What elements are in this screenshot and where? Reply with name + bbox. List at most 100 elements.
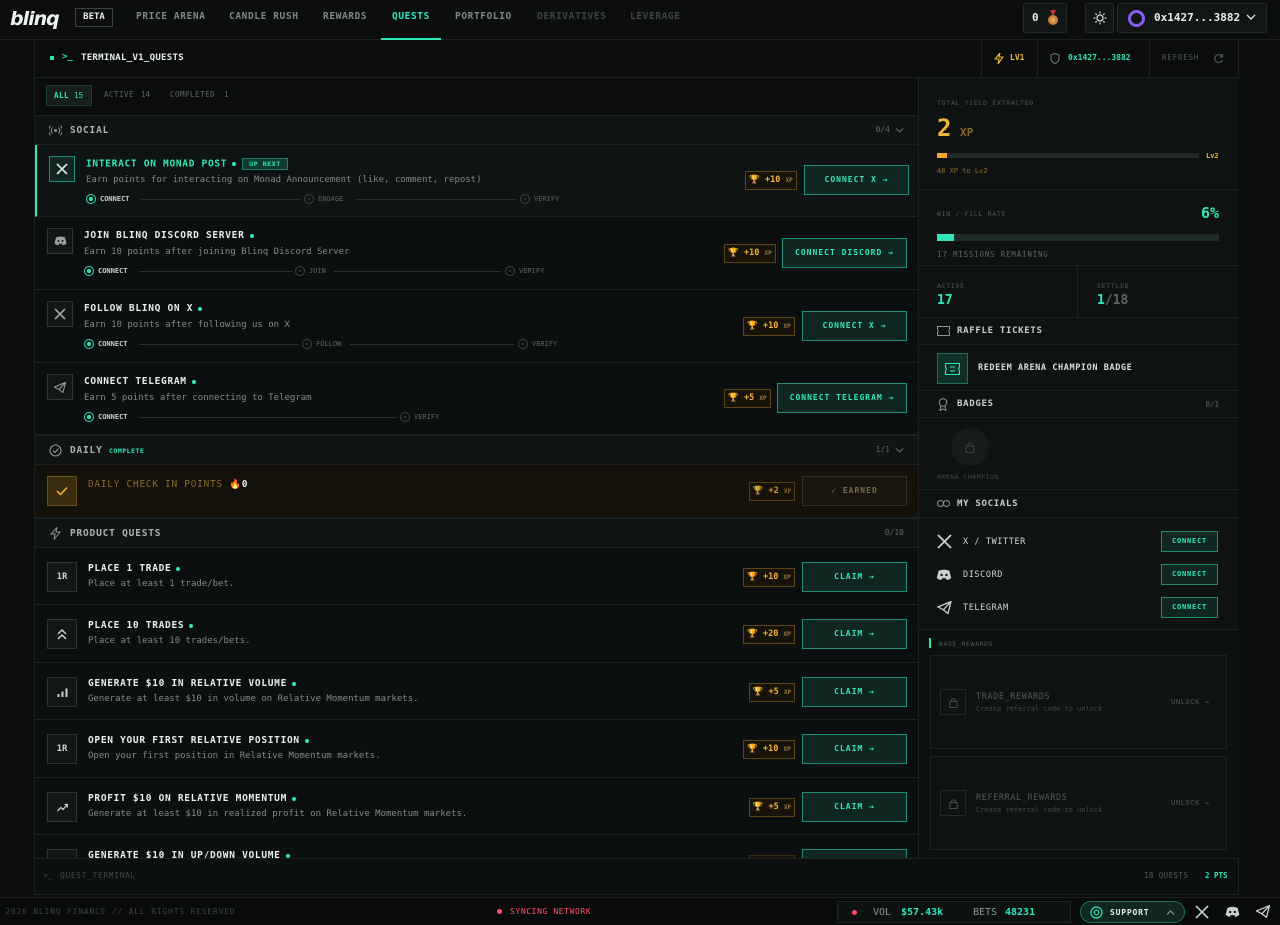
yield-label: TOTAL_YIELD_EXTRACTED [937,99,1034,107]
claim-button[interactable]: CLAIM → [802,734,907,764]
filter-active-tab[interactable]: ACTIVE 14 [99,85,159,106]
status-dot [198,306,203,311]
nav-quests[interactable]: QUESTS [381,0,441,40]
x-logo-icon [49,156,75,182]
claim-button[interactable]: CLAIM → [802,677,907,707]
nav-derivatives[interactable]: DERIVATIVES [537,0,607,40]
connect-x-social-button[interactable]: CONNECT [1161,531,1218,552]
chevron-down-icon [1246,13,1256,21]
claim-button[interactable]: CLAIM → [802,619,907,649]
base-rewards-section: BASE_REWARDS TRADE_REWARDS Create referr… [919,630,1239,858]
theme-toggle[interactable] [1085,3,1114,33]
nav-price-arena[interactable]: PRICE ARENA [136,0,206,40]
social-discord-label: DISCORD [963,570,1004,580]
nav-leverage[interactable]: LEVERAGE [630,0,681,40]
connect-discord-button[interactable]: CONNECT DISCORD → [782,238,907,268]
quest-title: GENERATE $10 IN RELATIVE VOLUME [88,678,297,689]
earned-button: ✓ EARNED [802,476,907,506]
filter-completed-tab[interactable]: COMPLETED 1 [165,85,235,106]
trend-up-icon [47,792,77,822]
chevron-down-icon [895,447,904,454]
xp-reward-badge: 🏆 +10 XP [724,244,776,263]
yield-section: TOTAL_YIELD_EXTRACTED 2 XP Lv2 48 XP to … [919,78,1239,190]
quest-row-place-10-trades[interactable]: PLACE 10 TRADES Place at least 10 trades… [35,605,918,663]
quest-title-text: OPEN YOUR FIRST RELATIVE POSITION [88,735,300,746]
win-rate-value: 6% [1200,204,1219,222]
quest-title-text: JOIN BLINQ DISCORD SERVER [84,230,245,241]
quest-row-follow-x[interactable]: FOLLOW BLINQ ON X Earn 10 points after f… [35,290,918,363]
x-logo-icon [937,534,952,549]
beta-badge: BETA [75,8,113,27]
points-badge[interactable]: 0 [1023,3,1067,33]
status-dot [285,853,290,858]
status-dot [191,379,196,384]
support-button[interactable]: SUPPORT [1080,901,1185,923]
quest-row-updown-volume[interactable]: GENERATE $10 IN UP/DOWN VOLUME [35,835,918,858]
filter-active-count: 14 [141,90,151,99]
medal-icon [1046,10,1060,26]
trade-rewards-card[interactable]: TRADE_REWARDS Create referral code to un… [930,655,1227,749]
status-dot [292,796,297,801]
quest-row-telegram[interactable]: CONNECT TELEGRAM Earn 5 points after con… [35,363,918,435]
market-stats: VOL $57.43k BETS 48231 [837,901,1071,923]
quest-description: Earn 5 points after connecting to Telegr… [84,393,312,403]
claim-button[interactable]: CLAIM → [802,792,907,822]
daily-section-header[interactable]: DAILY COMPLETE 1/1 [35,435,918,465]
step-join: JOIN [295,266,326,276]
status-dot [292,681,297,686]
connect-telegram-social-button[interactable]: CONNECT [1161,597,1218,618]
discord-icon[interactable] [1225,906,1240,918]
quest-steps: CONNECT VERIFY [84,412,564,424]
nav-candle-rush[interactable]: CANDLE RUSH [229,0,299,40]
copyright: © 2026 BLINQ FINANCE // ALL RIGHTS RESER… [0,907,236,916]
claim-button[interactable] [802,849,907,858]
panel-header: >_ TERMINAL_V1_QUESTS LV1 0x1427...3882 … [35,40,1240,78]
broadcast-icon [49,124,62,137]
status-dot [176,566,181,571]
nav-rewards[interactable]: REWARDS [323,0,367,40]
level-indicator: LV1 [981,40,1037,78]
quest-description: Open your first position in Relative Mom… [88,751,381,761]
step-verify: VERIFY [518,339,557,349]
check-icon [47,476,77,506]
refresh-icon [1213,53,1224,64]
social-telegram-label: TELEGRAM [963,603,1009,613]
quest-row-profit-relative[interactable]: PROFIT $10 ON RELATIVE MOMENTUM Generate… [35,778,918,835]
lifebuoy-icon [1090,906,1103,919]
connect-telegram-button[interactable]: CONNECT TELEGRAM → [777,383,907,413]
unlock-button[interactable]: UNLOCK → [1171,799,1210,807]
quest-row-monad[interactable]: INTERACT ON MONAD POST UP NEXT Earn point… [35,145,918,217]
raffle-item-label: REDEEM ARENA CHAMPION BADGE [978,363,1133,373]
raffle-item[interactable]: REDEEM ARENA CHAMPION BADGE [919,345,1239,391]
telegram-icon[interactable] [1256,905,1270,918]
chevrons-up-icon [47,619,77,649]
unlock-button[interactable]: UNLOCK → [1171,698,1210,706]
quest-row-first-relative-position[interactable]: 1R OPEN YOUR FIRST RELATIVE POSITION Ope… [35,720,918,778]
brand-logo[interactable]: blinq [10,8,60,30]
quests-count: 18 QUESTS [1144,871,1189,880]
xp-reward-badge: 🏆 +10 XP [743,740,795,759]
connect-x-button[interactable]: CONNECT X → [804,165,909,195]
daily-status: COMPLETE [109,447,145,455]
wallet-button[interactable]: 0x1427...3882 [1117,3,1267,33]
xp-value: 2 [937,114,952,142]
nav-portfolio[interactable]: PORTFOLIO [455,0,512,40]
quest-row-place-1-trade[interactable]: 1R PLACE 1 TRADE Place at least 1 trade/… [35,548,918,605]
refresh-button[interactable]: REFRESH [1149,40,1239,78]
referral-rewards-card[interactable]: REFERRAL_REWARDS Create referral code to… [930,756,1227,850]
connect-x-button[interactable]: CONNECT X → [802,311,907,341]
x-logo-icon[interactable] [1195,905,1209,919]
connect-discord-social-button[interactable]: CONNECT [1161,564,1218,585]
step-connect: CONNECT [86,194,130,204]
quest-row-discord[interactable]: JOIN BLINQ DISCORD SERVER Earn 10 points… [35,217,918,290]
social-section-header[interactable]: SOCIAL 0/4 [35,115,918,145]
claim-button[interactable]: CLAIM → [802,562,907,592]
quest-description: Place at least 10 trades/bets. [88,636,251,646]
trade-rewards-title: TRADE_REWARDS [976,692,1051,702]
status-dot [232,162,237,166]
product-section-header[interactable]: PRODUCT QUESTS 0/10 [35,518,918,548]
quest-row-relative-volume[interactable]: GENERATE $10 IN RELATIVE VOLUME Generate… [35,663,918,720]
filter-all-tab[interactable]: ALL 15 [46,85,92,106]
quest-title: PROFIT $10 ON RELATIVE MOMENTUM [88,793,297,804]
bets-value: 48231 [1005,907,1036,918]
